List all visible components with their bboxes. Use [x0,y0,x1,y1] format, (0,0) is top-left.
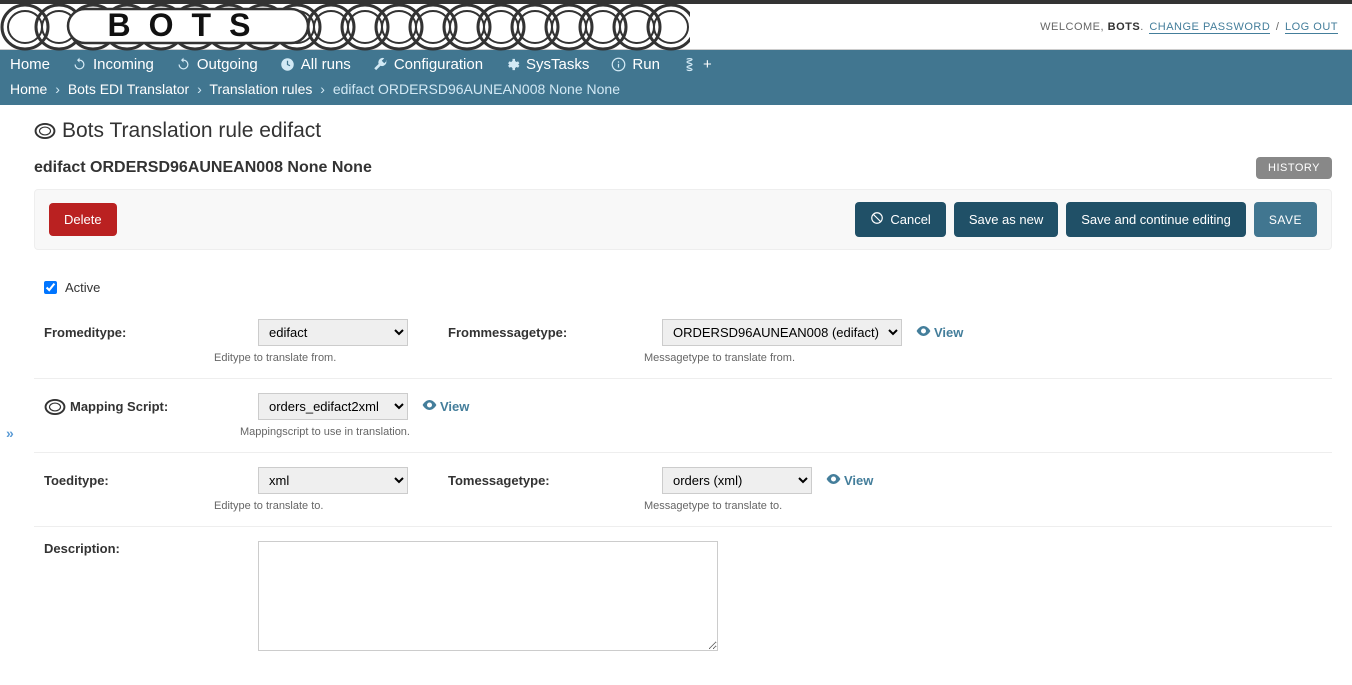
breadcrumb-model[interactable]: Translation rules [209,81,312,97]
mapping-label: Mapping Script: [44,398,244,416]
sidebar-expander[interactable]: » [6,425,14,441]
user-tools: WELCOME, BOTS. CHANGE PASSWORD / LOG OUT [1040,21,1352,33]
fromeditype-help: Editype to translate from. [214,352,408,364]
info-icon [611,57,626,72]
cancel-button[interactable]: Cancel [855,202,945,237]
tomessagetype-label: Tomessagetype: [448,473,648,488]
eye-icon [916,325,931,340]
active-label: Active [65,280,100,295]
tomessagetype-view-link[interactable]: View [826,473,873,488]
breadcrumbs: Home › Bots EDI Translator › Translation… [0,77,1352,105]
tomessagetype-select[interactable]: orders (xml) [662,467,812,494]
frommessagetype-view-link[interactable]: View [916,325,963,340]
active-checkbox[interactable] [44,281,57,294]
frommessagetype-select[interactable]: ORDERSD96AUNEAN008 (edifact) [662,319,902,346]
refresh-icon [72,57,87,72]
chain-icon [34,122,56,140]
breadcrumb-current: edifact ORDERSD96AUNEAN008 None None [333,81,620,97]
welcome-text: WELCOME, [1040,21,1104,33]
delete-button[interactable]: Delete [49,203,117,236]
breadcrumb-home[interactable]: Home [10,81,47,97]
toeditype-select[interactable]: xml [258,467,408,494]
save-continue-button[interactable]: Save and continue editing [1066,202,1246,237]
fromeditype-select[interactable]: edifact [258,319,408,346]
description-textarea[interactable] [258,541,718,651]
fromeditype-label: Fromeditype: [44,325,244,340]
eye-icon [826,473,841,488]
toeditype-label: Toeditype: [44,473,244,488]
mapping-view-link[interactable]: View [422,399,469,414]
change-password-link[interactable]: CHANGE PASSWORD [1149,21,1270,34]
logout-link[interactable]: LOG OUT [1285,21,1338,34]
eye-icon [422,399,437,414]
mapping-select[interactable]: orders_edifact2xml [258,393,408,420]
nav-allruns[interactable]: All runs [280,56,351,73]
object-title: edifact ORDERSD96AUNEAN008 None None [34,159,372,177]
nav-plus[interactable]: + [682,56,712,73]
save-as-new-button[interactable]: Save as new [954,202,1058,237]
wrench-icon [373,57,388,72]
cancel-icon [870,211,884,228]
main-nav: Home Incoming Outgoing All runs Configur… [0,50,1352,77]
chain-icon [44,398,66,416]
gear-icon [505,57,520,72]
breadcrumb-app[interactable]: Bots EDI Translator [68,81,189,97]
svg-text:BOTS: BOTS [108,7,269,43]
mapping-help: Mappingscript to use in translation. [240,426,469,438]
toeditype-help: Editype to translate to. [214,500,408,512]
action-bar: Delete Cancel Save as new Save and conti… [34,189,1332,250]
history-button[interactable]: HISTORY [1256,157,1332,179]
save-button[interactable]: SAVE [1254,202,1317,237]
nav-systasks[interactable]: SysTasks [505,56,589,73]
nav-configuration[interactable]: Configuration [373,56,483,73]
bots-logo[interactable]: BOTS [0,1,690,53]
username: BOTS [1108,21,1141,33]
frommessagetype-help: Messagetype to translate from. [644,352,963,364]
nav-outgoing[interactable]: Outgoing [176,56,258,73]
frommessagetype-label: Frommessagetype: [448,325,648,340]
nav-incoming[interactable]: Incoming [72,56,154,73]
page-title: Bots Translation rule edifact [34,119,1332,143]
snake-icon [682,57,697,72]
clock-icon [280,57,295,72]
refresh-icon [176,57,191,72]
tomessagetype-help: Messagetype to translate to. [644,500,873,512]
nav-home[interactable]: Home [10,56,50,73]
nav-run[interactable]: Run [611,56,660,73]
description-label: Description: [44,541,244,556]
